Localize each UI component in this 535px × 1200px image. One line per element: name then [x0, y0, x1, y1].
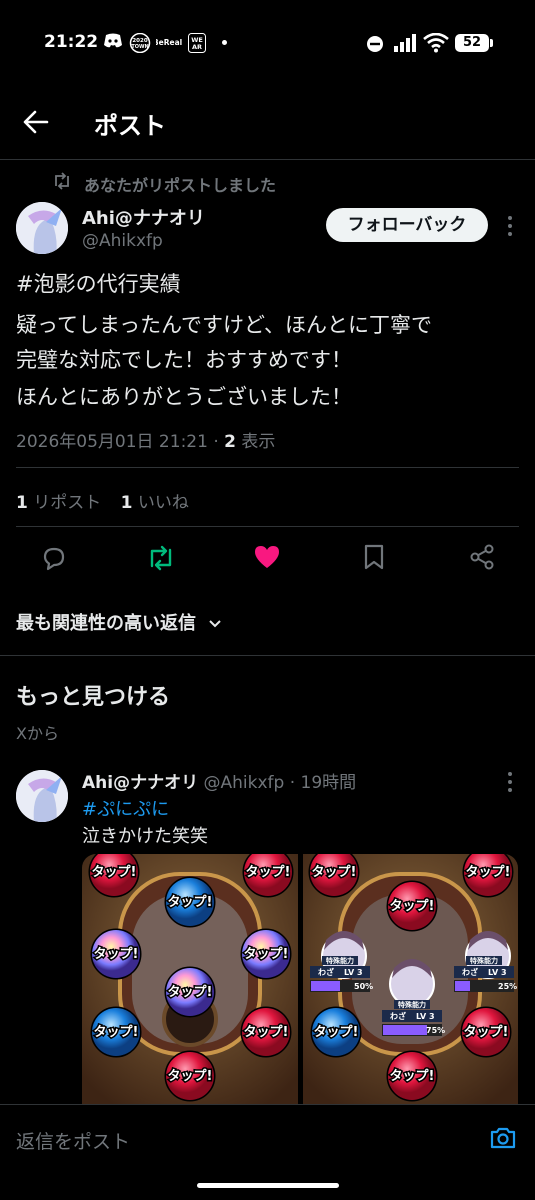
post-body-line-1: 疑ってしまったんですけど、ほんとに丁寧で	[16, 313, 433, 337]
tap-label: タップ!	[168, 985, 213, 1000]
2020town-icon: 2020 TOWN	[129, 32, 151, 54]
likes-stat[interactable]: 1 いいね	[121, 493, 189, 513]
reposts-count: 1	[16, 493, 28, 513]
post-meta: 2026年05月01日 21:21 · 2 表示	[16, 432, 276, 452]
tap-label: タップ!	[246, 865, 291, 880]
tap-label: タップ!	[312, 865, 357, 880]
waza-label: わざ	[462, 967, 478, 977]
reposts-stat[interactable]: 1 リポスト	[16, 493, 101, 513]
stats-divider	[16, 526, 519, 527]
header-divider	[0, 159, 535, 160]
skill-pct-1: 50%	[354, 982, 373, 991]
tap-label: タップ!	[390, 1069, 435, 1084]
likes-count: 1	[120, 493, 133, 513]
author-handle[interactable]: @Ahikxfp	[82, 231, 163, 251]
reply-bar: 返信をポスト	[0, 1104, 535, 1200]
wifi-icon	[423, 32, 449, 57]
status-time: 21:22	[44, 32, 99, 52]
battery-indicator: 52	[455, 34, 489, 52]
skill-pct-2: 25%	[498, 982, 517, 991]
discover-author-name[interactable]: Ahi@ナナオリ	[82, 773, 198, 793]
repost-icon[interactable]	[146, 544, 176, 576]
reply-sort-label: 最も関連性の高い返信	[16, 613, 196, 634]
skill-label: 特殊能力	[398, 1000, 426, 1009]
tap-label: タップ!	[466, 865, 511, 880]
discover-title: もっと見つける	[16, 685, 171, 710]
back-arrow-icon[interactable]	[22, 108, 50, 140]
post-timestamp[interactable]: 2026年05月01日 21:21	[16, 432, 208, 452]
share-icon[interactable]	[468, 543, 496, 575]
page-title: ポスト	[94, 112, 166, 140]
discover-media[interactable]: タップ! タップ! タップ! タップ! タップ! タップ! タップ! タップ! …	[82, 854, 518, 1104]
lv-label: LV 3	[488, 968, 507, 977]
skill-label: 特殊能力	[470, 956, 498, 965]
battery-tip	[490, 39, 493, 47]
svg-text:TOWN: TOWN	[131, 44, 148, 50]
post-body-line-2: 完璧な対応でした！おすすめです！	[16, 348, 352, 372]
discord-icon	[103, 33, 123, 51]
tap-label: タップ!	[168, 1069, 213, 1084]
discover-more-options-icon[interactable]	[503, 770, 517, 798]
status-bar: 21:22 2020TOWN BeReal. WEAR 52	[0, 0, 535, 88]
home-indicator[interactable]	[197, 1183, 339, 1188]
discover-author-handle[interactable]: @Ahikxfp	[204, 773, 285, 793]
section-divider	[0, 655, 535, 656]
bookmark-icon[interactable]	[362, 543, 386, 575]
stats-row: 1 リポスト 1 いいね	[16, 488, 189, 513]
discover-meta: Ahi@ナナオリ @Ahikxfp · 19時間	[82, 773, 357, 793]
post-hashtag[interactable]: #泡影の代行実績	[16, 267, 181, 302]
likes-label: いいね	[137, 493, 189, 513]
lv-label: LV 3	[344, 968, 363, 977]
discover-source: Xから	[16, 724, 59, 743]
tap-label: タップ!	[464, 1025, 509, 1040]
tap-label: タップ!	[168, 895, 213, 910]
svg-text:AR: AR	[192, 43, 202, 51]
reply-input[interactable]: 返信をポスト	[16, 1127, 130, 1154]
views-count: 2	[224, 432, 236, 452]
meta-divider	[16, 467, 519, 468]
views-label: 表示	[241, 432, 276, 452]
skill-pct-3: 75%	[426, 1026, 445, 1035]
discover-hashtag[interactable]: #ぷにぷに	[82, 795, 169, 821]
tap-label: タップ!	[94, 1025, 139, 1040]
follow-back-button[interactable]: フォローバック	[326, 208, 488, 242]
bereal-icon: BeReal.	[153, 33, 185, 51]
reposts-label: リポスト	[33, 493, 102, 513]
svg-text:BeReal.: BeReal.	[156, 38, 182, 47]
post-body-line-3: ほんとにありがとうございました！	[16, 385, 352, 409]
discover-avatar[interactable]	[16, 770, 68, 822]
tap-label: タップ!	[244, 1025, 289, 1040]
do-not-disturb-icon	[366, 35, 384, 57]
waza-label: わざ	[318, 967, 334, 977]
waza-label: わざ	[390, 1011, 406, 1021]
skill-label: 特殊能力	[326, 956, 354, 965]
repost-notice: あなたがリポストしました	[84, 176, 277, 195]
reply-sort-dropdown[interactable]: 最も関連性の高い返信	[16, 609, 222, 635]
author-name[interactable]: Ahi@ナナオリ	[82, 204, 205, 230]
dot-icon	[222, 40, 227, 45]
tap-label: タップ!	[314, 1025, 359, 1040]
tap-label: タップ!	[244, 947, 289, 962]
lv-label: LV 3	[416, 1012, 435, 1021]
chevron-down-icon	[209, 620, 221, 628]
avatar[interactable]	[16, 202, 68, 254]
reply-icon[interactable]	[40, 544, 68, 576]
discover-text: 泣きかけた笑笑	[82, 826, 208, 847]
camera-icon[interactable]	[489, 1125, 517, 1155]
game-screenshot-image[interactable]: タップ! タップ! タップ! タップ! タップ! タップ! タップ! タップ! …	[82, 854, 518, 1104]
more-options-icon[interactable]	[503, 214, 517, 242]
discover-post-time[interactable]: 19時間	[301, 773, 357, 793]
repost-small-icon	[52, 172, 72, 194]
like-icon[interactable]	[253, 544, 281, 574]
tap-label: タップ!	[390, 899, 435, 914]
tap-label: タップ!	[94, 947, 139, 962]
wear-icon: WE AR	[188, 33, 206, 53]
tap-label: タップ!	[92, 865, 137, 880]
signal-icon	[393, 34, 417, 56]
